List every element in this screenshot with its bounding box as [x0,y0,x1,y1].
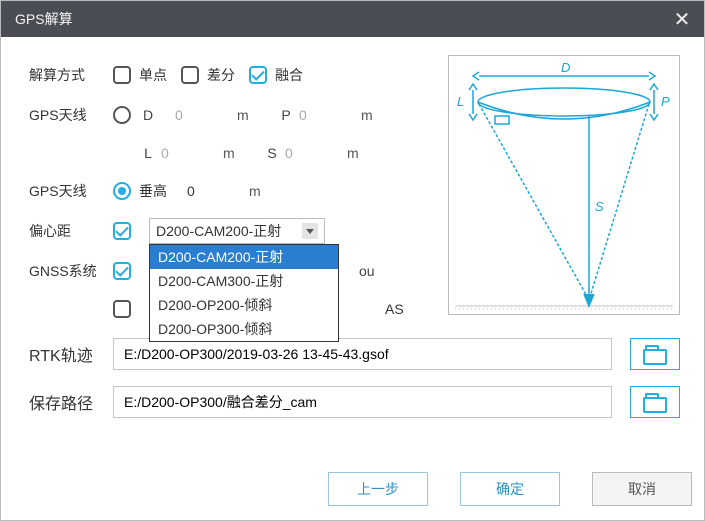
svg-text:D: D [561,60,570,75]
button-row: 上一步 确定 取消 [1,458,704,520]
eccentric-option[interactable]: D200-OP200-倾斜 [150,293,338,317]
prev-button[interactable]: 上一步 [328,472,428,506]
gnss-checkbox-1[interactable] [113,262,131,280]
chevron-down-icon [302,223,318,239]
antenna-dims-label: GPS天线 [29,105,113,125]
gnss-checkbox-2[interactable] [113,300,131,318]
save-path-input[interactable] [113,386,612,418]
ok-button[interactable]: 确定 [460,472,560,506]
svg-text:P: P [661,94,670,109]
antenna-diagram: D L P [448,55,680,315]
d-opt-label: D [139,107,157,123]
eccentric-checkbox[interactable] [113,222,131,240]
svg-text:L: L [457,94,464,109]
rtk-browse-button[interactable] [630,338,680,370]
vertical-radio[interactable] [113,182,131,200]
l-label: L [139,145,157,161]
diff-label: 差分 [207,65,235,85]
l-unit: m [223,145,245,161]
rtk-path-input[interactable] [113,338,612,370]
content: 解算方式 单点 差分 融合 GPS天线 D m P m [1,37,704,458]
gnss-tail2: AS [385,301,404,317]
save-browse-button[interactable] [630,386,680,418]
single-label: 单点 [139,65,167,85]
svg-text:S: S [595,199,604,214]
s-unit: m [347,145,369,161]
p-label: P [277,107,295,123]
l-input[interactable] [161,142,219,164]
eccentric-select[interactable]: D200-CAM200-正射 D200-CAM200-正射 D200-CAM30… [149,218,325,244]
vertical-input[interactable] [187,180,245,202]
form-area: 解算方式 单点 差分 融合 GPS天线 D m P m [29,55,438,327]
s-label: S [263,145,281,161]
v-unit: m [249,183,271,199]
fusion-label: 融合 [275,65,303,85]
rtk-label: RTK轨迹 [29,342,113,366]
diff-checkbox[interactable] [181,66,199,84]
calc-mode-label: 解算方式 [29,65,113,85]
eccentric-dropdown: D200-CAM200-正射 D200-CAM300-正射 D200-OP200… [149,244,339,342]
folder-icon [643,393,667,411]
eccentric-option[interactable]: D200-CAM200-正射 [150,245,338,269]
dialog-title: GPS解算 [15,9,670,29]
s-input[interactable] [285,142,343,164]
vertical-label: 垂高 [139,181,167,201]
gnss-label: GNSS系统 [29,261,113,281]
folder-icon [643,345,667,363]
d-unit: m [237,107,259,123]
p-unit: m [361,107,383,123]
titlebar: GPS解算 ✕ [1,1,704,37]
d-radio[interactable] [113,106,131,124]
single-checkbox[interactable] [113,66,131,84]
d-input[interactable] [175,104,233,126]
eccentric-label: 偏心距 [29,221,113,241]
antenna-height-label: GPS天线 [29,181,113,201]
save-label: 保存路径 [29,390,113,414]
close-icon[interactable]: ✕ [670,7,694,31]
eccentric-option[interactable]: D200-OP300-倾斜 [150,317,338,341]
p-input[interactable] [299,104,357,126]
gps-calc-dialog: GPS解算 ✕ 解算方式 单点 差分 融合 GPS天线 D m P m [0,0,705,521]
eccentric-selected: D200-CAM200-正射 [156,221,302,241]
eccentric-option[interactable]: D200-CAM300-正射 [150,269,338,293]
gnss-tail1: ou [359,263,375,279]
cancel-button[interactable]: 取消 [592,472,692,506]
fusion-checkbox[interactable] [249,66,267,84]
